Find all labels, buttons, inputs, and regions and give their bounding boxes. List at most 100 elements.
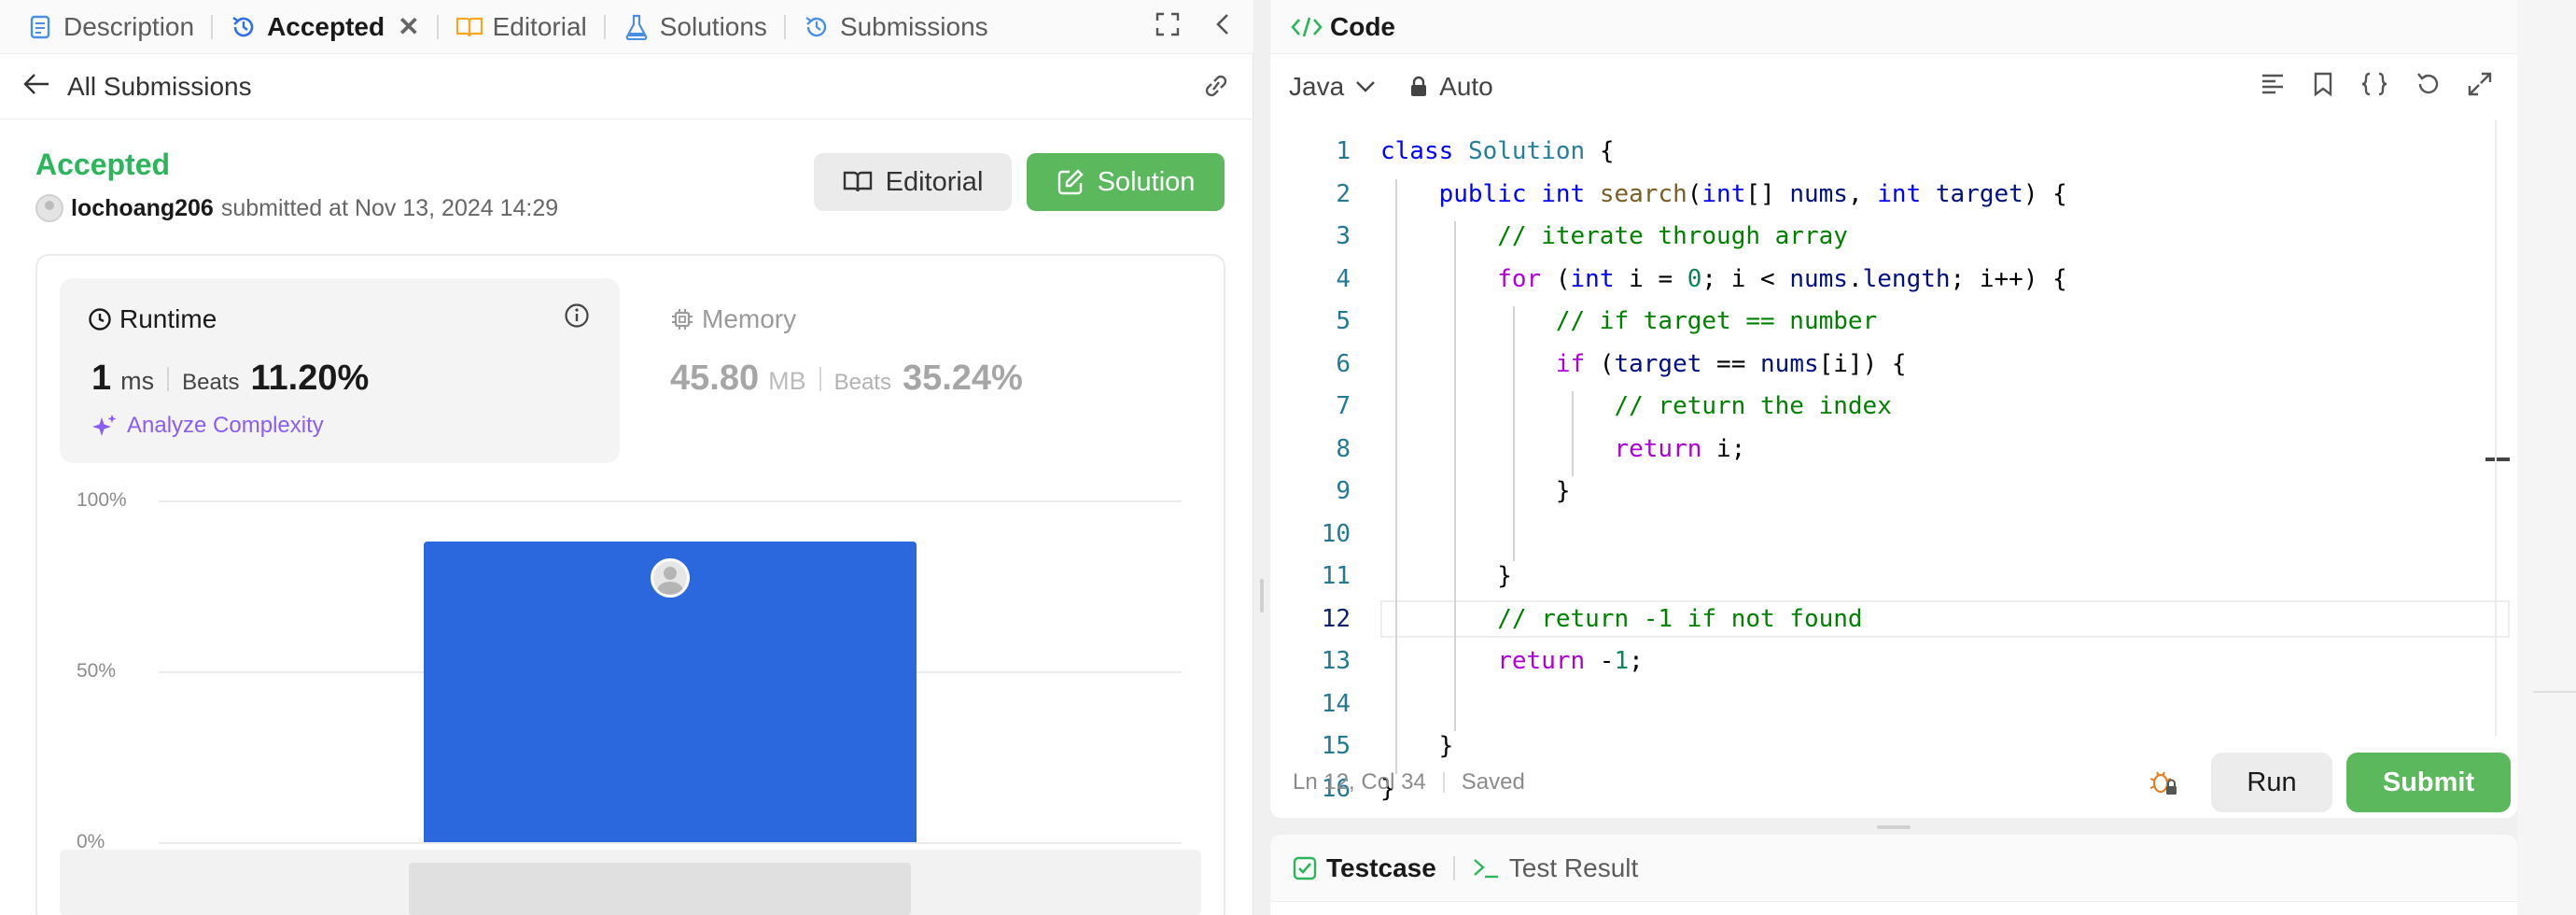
run-button[interactable]: Run: [2211, 753, 2332, 812]
memory-unit: MB: [768, 367, 806, 395]
line-number: 4: [1336, 264, 1351, 293]
auto-label: Auto: [1439, 72, 1493, 101]
submission-subbar: All Submissions: [0, 54, 1253, 120]
all-submissions-link[interactable]: All Submissions: [67, 72, 252, 102]
tab-description-label: Description: [63, 11, 195, 41]
line-number: 3: [1336, 222, 1351, 250]
code-text: return i;: [1614, 434, 1746, 463]
line-number: 1: [1336, 137, 1351, 165]
tab-divider: [603, 14, 606, 39]
code-line[interactable]: 6 if (target == nums[i]) {: [1270, 345, 2517, 383]
line-number: 8: [1336, 434, 1351, 463]
y-tick-label: 100%: [77, 489, 127, 511]
arrow-left-icon[interactable]: [22, 69, 50, 104]
code-line[interactable]: 12 // return -1 if not found: [1270, 599, 2517, 638]
format-icon[interactable]: [2260, 71, 2286, 104]
tab-submissions[interactable]: Submissions: [803, 0, 988, 54]
debugger-icon[interactable]: [2148, 767, 2179, 802]
code-text: class Solution {: [1380, 137, 1615, 165]
editorial-button[interactable]: Editorial: [814, 153, 1012, 211]
sparkle-icon: [91, 413, 118, 439]
editor-scrollbar[interactable]: [2495, 120, 2497, 736]
close-icon[interactable]: ✕: [398, 11, 419, 42]
code-line[interactable]: 3 // iterate through array: [1270, 218, 2517, 255]
code-text: }: [1380, 562, 1512, 590]
code-line[interactable]: 1 class Solution {: [1270, 133, 2517, 170]
auto-mode[interactable]: Auto: [1409, 72, 1493, 102]
code-line[interactable]: 7 // return the index: [1270, 387, 2517, 425]
tab-editorial-label: Editorial: [492, 11, 587, 41]
submission-status: Accepted: [35, 148, 171, 181]
cursor-position: Ln 12, Col 34: [1293, 769, 1426, 795]
analyze-label: Analyze Complexity: [127, 413, 324, 438]
chart-scroll-thumb[interactable]: [409, 863, 911, 915]
tab-editorial[interactable]: Editorial: [455, 0, 587, 54]
code-line[interactable]: 11 }: [1270, 557, 2517, 595]
editorial-button-label: Editorial: [885, 166, 984, 197]
left-tabbar: Description Accepted ✕ Editorial Solutio…: [0, 0, 1253, 54]
analyze-complexity-link[interactable]: Analyze Complexity: [91, 413, 324, 439]
line-number: 14: [1321, 689, 1351, 718]
tab-testcase[interactable]: Testcase: [1293, 853, 1436, 883]
fullscreen-icon[interactable]: [1155, 11, 1181, 44]
panel-controls: [1155, 0, 1231, 54]
code-line[interactable]: 4 for (int i = 0; i < nums.length; i++) …: [1270, 260, 2517, 298]
code-line[interactable]: 5 // if target == number: [1270, 303, 2517, 340]
braces-icon[interactable]: [2360, 71, 2388, 104]
code-line[interactable]: 10: [1270, 515, 2517, 553]
splitter-handle[interactable]: [1877, 825, 1911, 829]
editor-toolbar: Java Auto: [1270, 54, 2517, 120]
chevron-left-icon[interactable]: [1214, 11, 1231, 44]
checkbox-icon: [1293, 856, 1317, 880]
language-select[interactable]: Java: [1289, 72, 1376, 102]
line-number: 7: [1336, 392, 1351, 420]
clock-icon: [88, 307, 112, 331]
runtime-box[interactable]: Runtime 1 ms Beats 11.20% Analyze Comple…: [60, 278, 620, 463]
y-tick-label: 50%: [77, 660, 117, 682]
info-icon[interactable]: [564, 303, 590, 333]
splitter-handle[interactable]: [1260, 579, 1264, 612]
code-text: if (target == nums[i]) {: [1555, 349, 1907, 378]
code-header: Code: [1270, 0, 2517, 54]
code-editor[interactable]: 1 class Solution { 2 public int search(int…: [1270, 133, 2517, 803]
line-number: 10: [1321, 519, 1351, 548]
tab-test-result[interactable]: Test Result: [1472, 853, 1638, 883]
code-line[interactable]: 14: [1270, 685, 2517, 723]
tab-description[interactable]: Description: [26, 0, 194, 54]
tab-solutions[interactable]: Solutions: [623, 0, 767, 54]
avatar[interactable]: [35, 194, 63, 222]
line-number: 12: [1321, 604, 1351, 633]
tab-accepted[interactable]: Accepted ✕: [230, 0, 420, 54]
memory-label: Memory: [702, 304, 797, 333]
flask-icon: [623, 13, 651, 41]
line-number: 5: [1336, 307, 1351, 335]
reset-icon[interactable]: [2415, 71, 2441, 104]
link-icon[interactable]: [1199, 71, 1233, 107]
lock-icon: [1409, 76, 1428, 98]
expand-icon[interactable]: [2467, 71, 2493, 104]
runtime-value: 1: [91, 359, 112, 398]
submit-button[interactable]: Submit: [2346, 753, 2511, 812]
gridline: [159, 842, 1182, 844]
bookmark-icon[interactable]: [2312, 71, 2334, 104]
memory-title[interactable]: Memory: [670, 304, 796, 334]
distribution-bar[interactable]: [424, 541, 917, 842]
code-line[interactable]: 13 return -1;: [1270, 642, 2517, 680]
code-line[interactable]: 8 return i;: [1270, 430, 2517, 468]
runtime-metric: 1 ms Beats 11.20%: [91, 359, 369, 399]
testcase-header: Testcase Test Result: [1270, 835, 2517, 902]
runtime-beats-value: 11.20%: [250, 359, 370, 398]
scroll-position-marker: [2485, 458, 2510, 461]
code-line[interactable]: 9 }: [1270, 472, 2517, 510]
memory-beats-label: Beats: [833, 370, 891, 395]
code-line[interactable]: 2 public int search(int[] nums, int targ…: [1270, 176, 2517, 213]
username[interactable]: lochoang206: [71, 195, 214, 222]
user-avatar-marker[interactable]: [651, 557, 690, 598]
memory-metric[interactable]: 45.80 MB Beats 35.24%: [670, 359, 1023, 399]
solution-button[interactable]: Solution: [1027, 153, 1225, 211]
vertical-splitter[interactable]: [1253, 0, 1270, 915]
tab-divider: [1452, 855, 1455, 880]
memory-beats-value: 35.24%: [902, 359, 1023, 398]
indent-guide: [1454, 221, 1456, 731]
book-open-icon: [843, 170, 873, 194]
